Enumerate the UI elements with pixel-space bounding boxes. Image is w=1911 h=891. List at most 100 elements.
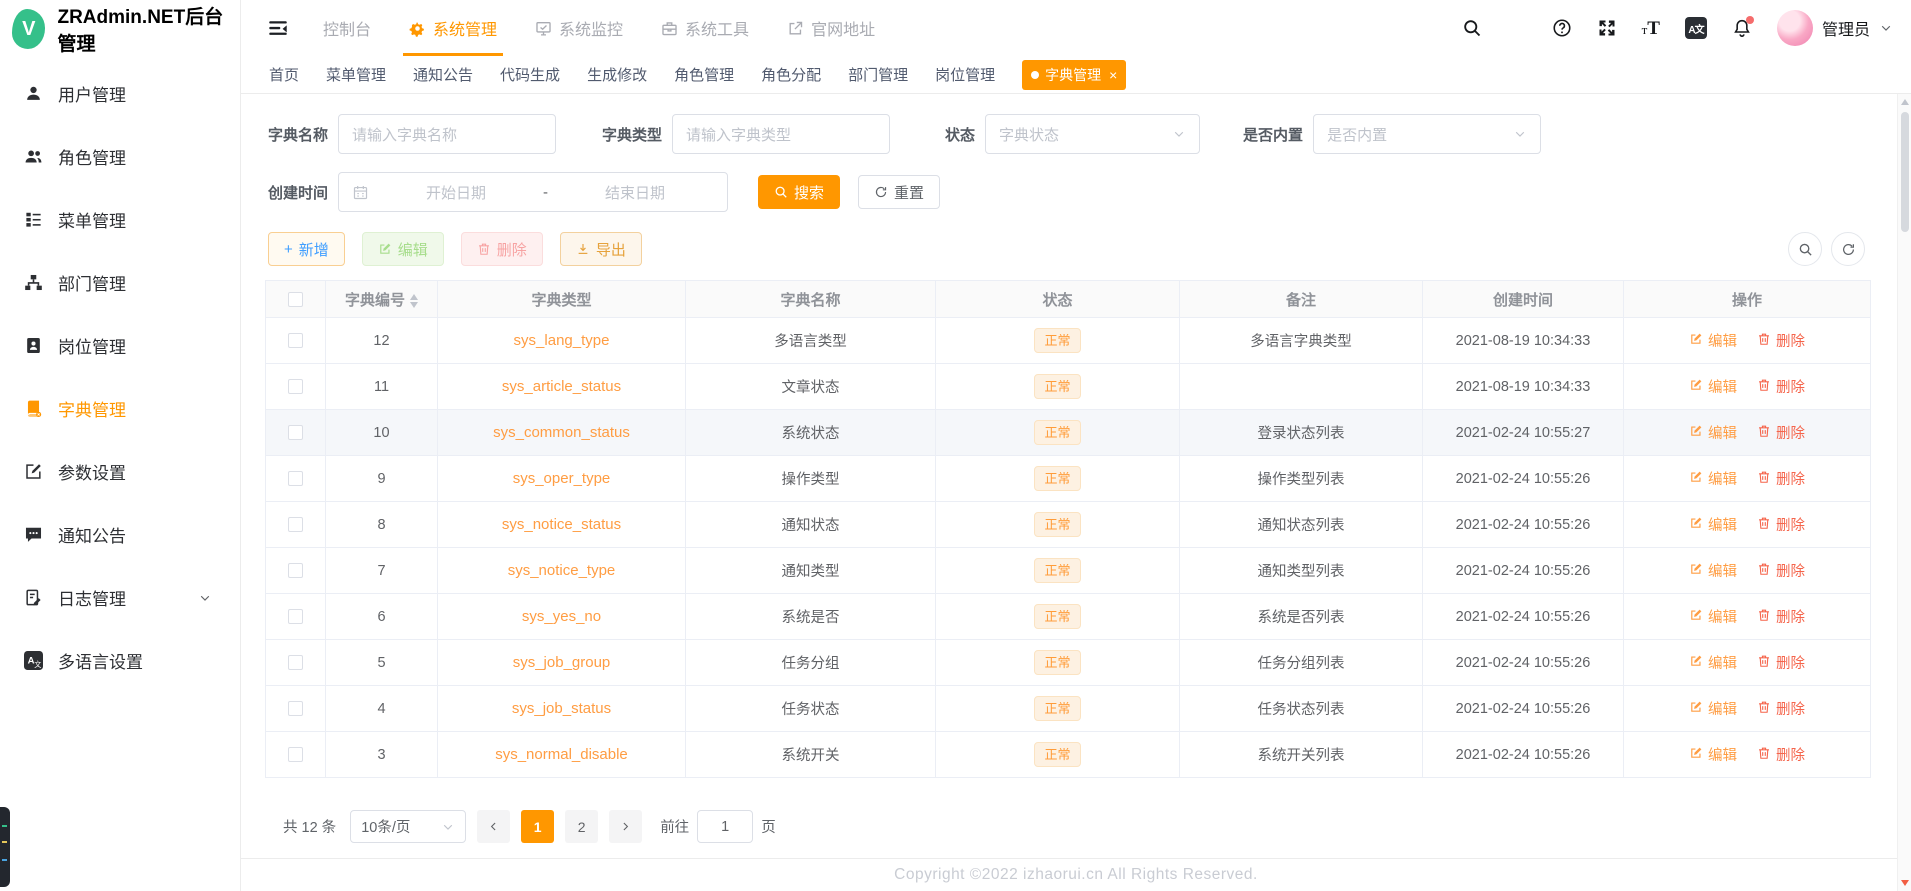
toggle-search-button[interactable] [1788, 232, 1822, 266]
row-checkbox[interactable] [288, 425, 303, 441]
tab-active[interactable]: 字典管理 × [1022, 59, 1127, 90]
row-edit-button[interactable]: 编辑 [1689, 744, 1737, 765]
table-row[interactable]: 10 sys_common_status 系统状态 正常 登录状态列表 2021-02-2… [265, 409, 1871, 456]
scrollbar[interactable] [1897, 94, 1911, 891]
dict-type-link[interactable]: sys_notice_status [502, 516, 621, 533]
row-checkbox[interactable] [288, 609, 303, 625]
page-size-select[interactable]: 10条/页 [350, 810, 467, 843]
date-range-input[interactable]: 开始日期 - 结束日期 [338, 172, 729, 212]
sidebar-item-dict[interactable]: 字典管理 [0, 377, 240, 440]
edit-button[interactable]: 编辑 [361, 232, 444, 266]
dict-type-link[interactable]: sys_normal_disable [495, 746, 628, 763]
builtin-select[interactable]: 是否内置 [1313, 114, 1542, 154]
row-delete-button[interactable]: 删除 [1757, 468, 1805, 489]
row-checkbox[interactable] [288, 747, 303, 763]
export-button[interactable]: 导出 [559, 232, 642, 266]
help-icon[interactable] [1552, 18, 1572, 38]
sidebar-item-log[interactable]: 日志管理 [0, 566, 240, 629]
sidebar-item-menu[interactable]: 菜单管理 [0, 188, 240, 251]
row-delete-button[interactable]: 删除 [1757, 514, 1805, 535]
github-icon[interactable] [1507, 18, 1527, 38]
collapse-sidebar-icon[interactable] [267, 17, 289, 39]
status-select[interactable]: 字典状态 [985, 114, 1201, 154]
language-icon[interactable]: A文 [1684, 17, 1707, 39]
tab-item[interactable]: 首页 [269, 64, 299, 85]
next-page-button[interactable] [609, 810, 643, 843]
tab-item[interactable]: 角色管理 [674, 64, 734, 85]
sort-icon[interactable] [410, 293, 418, 308]
row-checkbox[interactable] [288, 471, 303, 487]
row-delete-button[interactable]: 删除 [1757, 652, 1805, 673]
row-delete-button[interactable]: 删除 [1757, 330, 1805, 351]
table-row[interactable]: 11 sys_article_status 文章状态 正常 2021-08-19 10:… [265, 363, 1871, 410]
nav-item-plain[interactable]: 控制台 [323, 0, 371, 56]
add-button[interactable]: + 新增 [268, 232, 345, 266]
row-edit-button[interactable]: 编辑 [1689, 330, 1737, 351]
select-all-checkbox[interactable] [288, 292, 303, 308]
dict-name-input[interactable]: 请输入字典名称 [338, 114, 557, 154]
table-row[interactable]: 8 sys_notice_status 通知状态 正常 通知状态列表 2021-02-24… [265, 501, 1871, 548]
table-row[interactable]: 7 sys_notice_type 通知类型 正常 通知类型列表 2021-02-24 1… [265, 547, 1871, 594]
row-delete-button[interactable]: 删除 [1757, 744, 1805, 765]
page-button-2[interactable]: 2 [565, 810, 599, 843]
sidebar-item-notice[interactable]: 通知公告 [0, 503, 240, 566]
avatar[interactable] [1776, 10, 1813, 46]
nav-item-gear[interactable]: 系统管理 [403, 0, 504, 56]
page-button-1[interactable]: 1 [521, 810, 555, 843]
row-checkbox[interactable] [288, 655, 303, 671]
row-checkbox[interactable] [288, 333, 303, 349]
dict-type-input[interactable]: 请输入字典类型 [672, 114, 891, 154]
dict-type-link[interactable]: sys_notice_type [508, 562, 616, 579]
nav-item-extlink[interactable]: 官网地址 [787, 0, 875, 56]
row-delete-button[interactable]: 删除 [1757, 422, 1805, 443]
row-edit-button[interactable]: 编辑 [1689, 698, 1737, 719]
tab-item[interactable]: 角色分配 [761, 64, 821, 85]
row-checkbox[interactable] [288, 379, 303, 395]
user-menu[interactable]: 管理员 [1776, 10, 1893, 46]
row-checkbox[interactable] [288, 517, 303, 533]
row-edit-button[interactable]: 编辑 [1689, 422, 1737, 443]
font-size-icon[interactable]: тT [1642, 19, 1660, 38]
delete-button[interactable]: 删除 [460, 232, 543, 266]
nav-item-toolbox[interactable]: 系统工具 [661, 0, 749, 56]
scroll-up-arrow[interactable] [1901, 99, 1909, 105]
sidebar-item-user[interactable]: 用户管理 [0, 62, 240, 125]
sidebar-item-lang[interactable]: A 文多语言设置 [0, 629, 240, 692]
reset-button[interactable]: 重置 [858, 175, 941, 209]
row-delete-button[interactable]: 删除 [1757, 698, 1805, 719]
scrollbar-thumb[interactable] [1901, 112, 1909, 232]
goto-page-input[interactable] [697, 810, 754, 843]
prev-page-button[interactable] [477, 810, 511, 843]
sidebar-item-users[interactable]: 角色管理 [0, 125, 240, 188]
row-delete-button[interactable]: 删除 [1757, 376, 1805, 397]
row-edit-button[interactable]: 编辑 [1689, 468, 1737, 489]
notification-bell-icon[interactable] [1732, 16, 1754, 38]
table-row[interactable]: 6 sys_yes_no 系统是否 正常 系统是否列表 2021-02-24 10:55:… [265, 593, 1871, 640]
sidebar-item-post[interactable]: 岗位管理 [0, 314, 240, 377]
tab-item[interactable]: 生成修改 [587, 64, 647, 85]
row-edit-button[interactable]: 编辑 [1689, 376, 1737, 397]
dict-type-link[interactable]: sys_yes_no [522, 608, 601, 625]
logo-row[interactable]: V ZRAdmin.NET后台管理 [0, 0, 240, 58]
dict-type-link[interactable]: sys_lang_type [514, 332, 610, 349]
table-row[interactable]: 5 sys_job_group 任务分组 正常 任务分组列表 2021-02-24 10:… [265, 639, 1871, 686]
debug-toolbar-handle[interactable] [0, 807, 10, 887]
table-row[interactable]: 12 sys_lang_type 多语言类型 正常 多语言字典类型 2021-08-19 … [265, 317, 1871, 364]
row-delete-button[interactable]: 删除 [1757, 560, 1805, 581]
tab-item[interactable]: 部门管理 [848, 64, 908, 85]
dict-type-link[interactable]: sys_oper_type [513, 470, 611, 487]
tab-item[interactable]: 通知公告 [413, 64, 473, 85]
table-row[interactable]: 4 sys_job_status 任务状态 正常 任务状态列表 2021-02-24 10… [265, 685, 1871, 732]
sort-asc-icon[interactable] [410, 293, 418, 300]
refresh-table-button[interactable] [1831, 232, 1865, 266]
sidebar-item-dept[interactable]: 部门管理 [0, 251, 240, 314]
search-button[interactable]: 搜索 [758, 175, 841, 209]
nav-item-monitor[interactable]: 系统监控 [535, 0, 623, 56]
sort-desc-icon[interactable] [410, 301, 418, 308]
tab-item[interactable]: 代码生成 [500, 64, 560, 85]
row-checkbox[interactable] [288, 701, 303, 717]
sidebar-item-param[interactable]: 参数设置 [0, 440, 240, 503]
table-row[interactable]: 9 sys_oper_type 操作类型 正常 操作类型列表 2021-02-24 10:… [265, 455, 1871, 502]
search-icon[interactable] [1462, 18, 1482, 38]
fullscreen-icon[interactable] [1597, 18, 1617, 38]
